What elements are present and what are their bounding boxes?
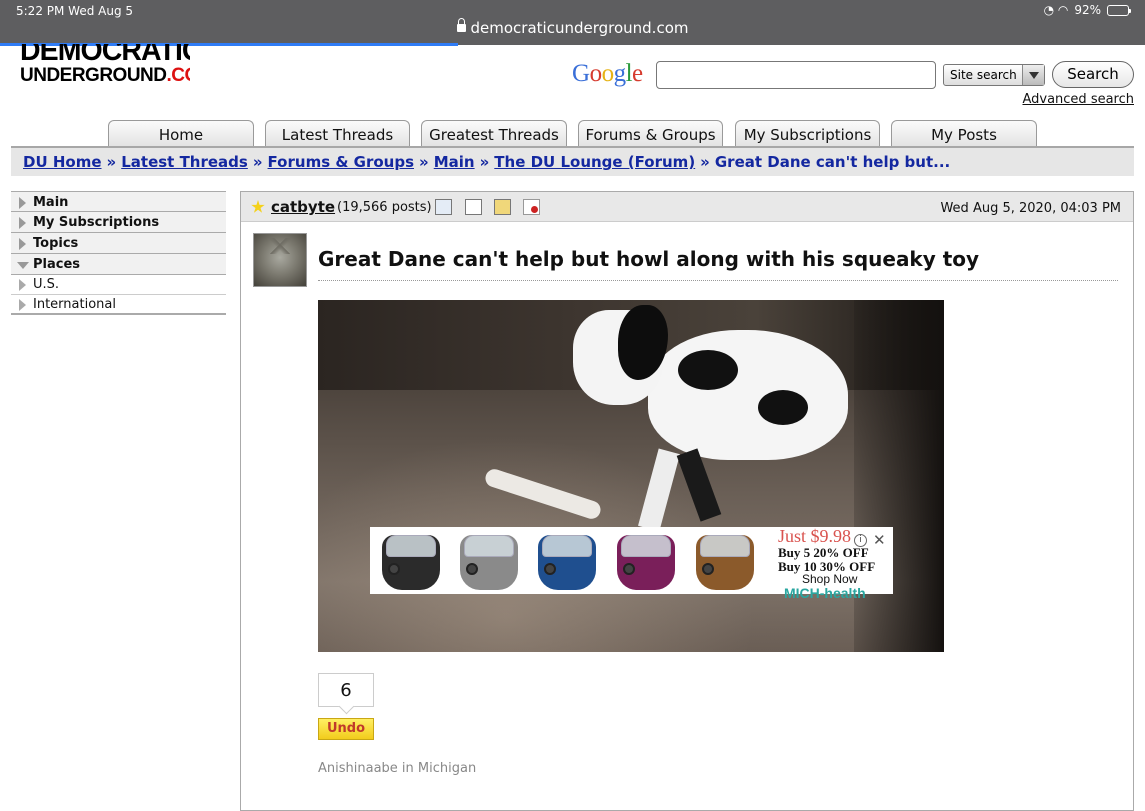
post-count: (19,566 posts) <box>337 200 432 215</box>
search-button[interactable]: Search <box>1052 61 1134 88</box>
undo-button[interactable]: Undo <box>318 718 374 740</box>
mask-image <box>382 535 440 590</box>
battery-percent: 92% <box>1074 3 1101 17</box>
toy-bone <box>483 466 603 522</box>
breadcrumb-main[interactable]: Main <box>434 153 475 171</box>
mail-icon[interactable] <box>494 199 511 215</box>
video-ad-banner[interactable]: Just $9.98 Buy 5 20% OFF Buy 10 30% OFF … <box>370 527 893 600</box>
expand-arrow-icon <box>19 238 26 250</box>
tab-greatest-threads[interactable]: Greatest Threads <box>421 120 567 147</box>
breadcrumb-latest-threads[interactable]: Latest Threads <box>121 153 248 171</box>
chevron-down-icon <box>1022 65 1044 85</box>
site-search-select[interactable]: Site search <box>943 64 1045 86</box>
mask-image <box>617 535 675 590</box>
expand-arrow-icon <box>19 299 26 311</box>
sidebar-subitem-us[interactable]: U.S. <box>11 275 226 295</box>
expand-arrow-icon <box>19 279 26 291</box>
battery-icon <box>1107 4 1131 16</box>
collapse-arrow-icon <box>17 262 29 269</box>
mask-image <box>538 535 596 590</box>
sidebar-subitem-international[interactable]: International <box>11 295 226 315</box>
status-time: 5:22 PM Wed Aug 5 <box>16 4 134 18</box>
sidebar-item-my-subscriptions[interactable]: My Subscriptions <box>11 212 226 233</box>
tab-forums-groups[interactable]: Forums & Groups <box>578 120 723 147</box>
post-signature: Anishinaabe in Michigan <box>318 761 477 776</box>
lock-icon <box>456 18 466 32</box>
avatar[interactable] <box>253 233 307 287</box>
google-logo: Google <box>572 60 643 87</box>
post-date: Wed Aug 5, 2020, 04:03 PM <box>940 201 1121 216</box>
browser-top-bar: 5:22 PM Wed Aug 5 democraticunderground.… <box>0 0 1145 45</box>
close-icon[interactable]: ✕ <box>873 531 886 549</box>
embedded-video[interactable]: Just $9.98 Buy 5 20% OFF Buy 10 30% OFF … <box>318 300 944 652</box>
breadcrumb-current: Great Dane can't help but... <box>714 153 951 171</box>
journal-icon[interactable] <box>465 199 482 215</box>
ad-info-icon[interactable]: i <box>854 534 867 547</box>
mask-image <box>696 535 754 590</box>
breadcrumb-du-lounge[interactable]: The DU Lounge (Forum) <box>494 153 695 171</box>
url-text: democraticunderground.com <box>470 19 689 37</box>
sidebar-item-main[interactable]: Main <box>11 191 226 212</box>
expand-arrow-icon <box>19 197 26 209</box>
breadcrumb-du-home[interactable]: DU Home <box>23 153 102 171</box>
recommend-count: 6 <box>318 673 374 707</box>
breadcrumb: DU Home» Latest Threads» Forums & Groups» M… <box>11 148 1134 176</box>
profile-icon[interactable] <box>435 199 452 215</box>
site-logo[interactable]: DEMOCRATIC UNDERGROUND.COM <box>20 44 190 89</box>
tab-my-posts[interactable]: My Posts <box>891 120 1037 147</box>
sidebar-item-places[interactable]: Places <box>11 254 226 275</box>
tab-my-subscriptions[interactable]: My Subscriptions <box>735 120 880 147</box>
post-title: Great Dane can't help but howl along wit… <box>318 247 980 271</box>
sidebar-item-topics[interactable]: Topics <box>11 233 226 254</box>
status-icons: ◔ ◠ 92% <box>1043 3 1131 17</box>
tab-latest-threads[interactable]: Latest Threads <box>265 120 410 147</box>
search-input[interactable] <box>656 61 936 89</box>
dog <box>648 330 848 460</box>
expand-arrow-icon <box>19 217 26 229</box>
post-author-link[interactable]: catbyte <box>271 198 335 216</box>
wifi-icon: ◔ ◠ <box>1043 3 1069 17</box>
ignore-user-icon[interactable] <box>523 199 540 215</box>
logo-line2: UNDERGROUND.COM <box>20 65 190 86</box>
post-header: catbyte (19,566 posts) Wed Aug 5, 2020, … <box>241 192 1133 222</box>
address-bar[interactable]: democraticunderground.com <box>0 18 1145 37</box>
post-container: catbyte (19,566 posts) Wed Aug 5, 2020, … <box>240 191 1134 811</box>
title-divider <box>318 280 1118 281</box>
breadcrumb-forums-groups[interactable]: Forums & Groups <box>268 153 414 171</box>
advanced-search-link[interactable]: Advanced search <box>1022 92 1134 107</box>
tab-home[interactable]: Home <box>108 120 254 147</box>
mask-image <box>460 535 518 590</box>
star-icon[interactable] <box>251 200 265 213</box>
logo-line1: DEMOCRATIC <box>20 44 190 67</box>
sidebar: Main My Subscriptions Topics Places U.S.… <box>11 191 226 315</box>
